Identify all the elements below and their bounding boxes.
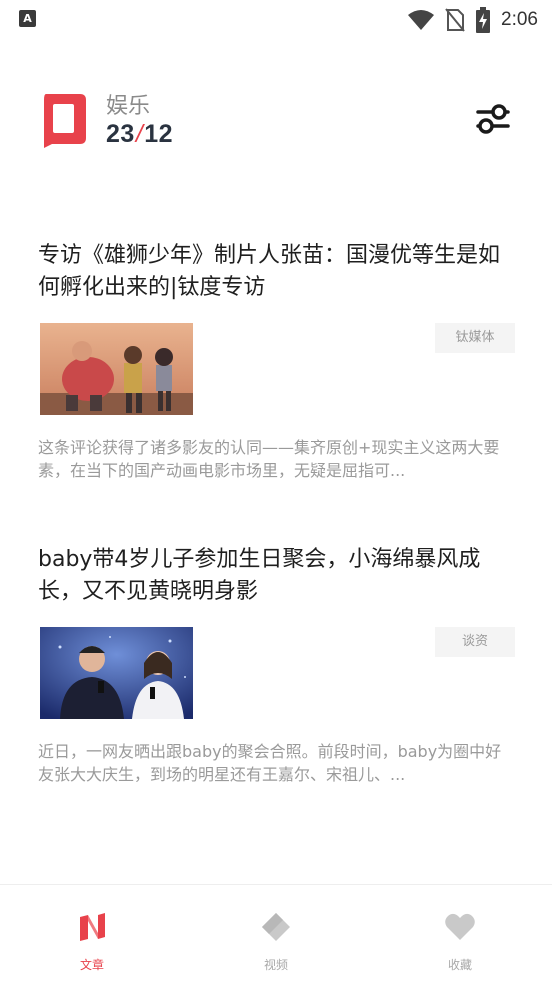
nav-tab-videos[interactable]: 视频 xyxy=(216,885,336,984)
bottom-navigation: 文章 视频 收藏 xyxy=(0,884,552,983)
status-icons: 2:06 xyxy=(407,6,538,34)
event-photo-image xyxy=(40,627,193,719)
status-bar: A 2:06 xyxy=(0,0,552,40)
article-summary: 这条评论获得了诸多影友的认同——集齐原创+现实主义这两大要素，在当下的国产动画电… xyxy=(38,438,500,480)
nav-tab-articles[interactable]: 文章 xyxy=(32,885,152,984)
article-source-tag: 钛媒体 xyxy=(435,323,515,353)
battery-charging-icon xyxy=(476,7,491,33)
date-display: 23/12 xyxy=(106,120,173,149)
header: 娱乐 23/12 xyxy=(0,80,552,160)
article-thumbnail[interactable] xyxy=(40,627,193,719)
date-month: 12 xyxy=(144,120,174,148)
article-card[interactable]: baby带4岁儿子参加生日聚会，小海绵暴风成长，又不见黄晓明身影 谈资 近日，一… xyxy=(0,544,552,794)
article-summary: 近日，一网友晒出跟baby的聚会合照。前段时间，baby为圈中好友张大大庆生，到… xyxy=(38,742,502,784)
date-separator: / xyxy=(135,120,144,148)
animation-still-image xyxy=(40,323,193,415)
video-diamond-icon xyxy=(262,913,290,941)
date-day: 23 xyxy=(106,120,135,148)
nav-tab-label: 文章 xyxy=(79,958,104,972)
article-source-tag: 谈资 xyxy=(435,627,515,657)
clock: 2:06 xyxy=(501,9,538,30)
category-title: 娱乐 xyxy=(106,94,151,119)
article-title[interactable]: baby带4岁儿子参加生日聚会，小海绵暴风成长，又不见黄晓明身影 xyxy=(38,544,518,608)
article-card[interactable]: 专访《雄狮少年》制片人张苗：国漫优等生是如何孵化出来的|钛度专访 钛媒体 这条评… xyxy=(0,240,552,490)
nav-tab-label: 收藏 xyxy=(447,958,472,972)
app-notification-icon: A xyxy=(19,10,36,27)
nav-tab-label: 视频 xyxy=(263,958,288,972)
article-thumbnail[interactable] xyxy=(40,323,193,415)
no-sim-icon xyxy=(445,8,465,32)
article-n-icon xyxy=(80,913,105,941)
filter-settings-button[interactable] xyxy=(474,102,512,136)
wifi-icon xyxy=(408,10,435,30)
nav-tab-favorites[interactable]: 收藏 xyxy=(400,885,520,984)
app-logo-icon xyxy=(44,94,86,148)
heart-icon xyxy=(445,913,475,940)
article-title[interactable]: 专访《雄狮少年》制片人张苗：国漫优等生是如何孵化出来的|钛度专访 xyxy=(38,240,518,304)
